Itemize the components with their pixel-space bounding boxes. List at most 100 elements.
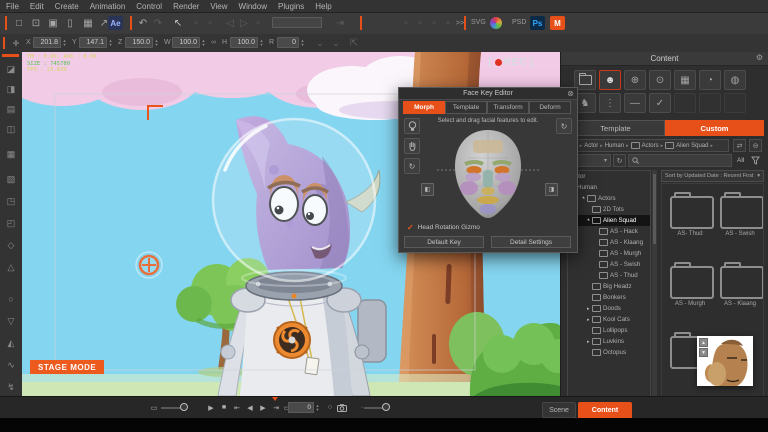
move-tool-icon[interactable]: ✛ [8,36,24,51]
svg-export-label[interactable]: SVG [471,19,486,26]
tool-icon[interactable]: ▧ [0,170,22,188]
tool-icon[interactable]: ◨ [0,80,22,98]
tool-icon[interactable]: ▫ [202,16,218,31]
menu-help[interactable]: Help [315,2,331,11]
save-project-icon[interactable]: ▣ [45,16,61,31]
tab-transform[interactable]: Transform [487,101,529,114]
face-key-editor-dialog[interactable]: Face Key Editor ⊗ Morph Template Transfo… [398,87,578,253]
category-actor-icon[interactable]: ☻ [599,70,621,90]
tab-content[interactable]: Content [578,402,632,418]
zoom-slider-knob[interactable] [180,403,188,411]
select-cursor-icon[interactable]: ↖ [170,16,186,31]
after-effects-badge[interactable]: Ae [108,16,123,30]
default-key-button[interactable]: Default Key [404,236,484,248]
tree-item[interactable]: AS - Swish [568,259,650,270]
tool-icon[interactable]: ∿ [0,356,22,374]
tool-icon[interactable]: ◇ [0,236,22,254]
link-wh-icon[interactable]: ∞ [211,39,216,46]
tab-morph[interactable]: Morph [403,101,445,114]
tool-icon[interactable]: ◫ [0,120,22,138]
category-accessory-icon[interactable]: — [624,93,646,113]
folder-item[interactable] [670,262,714,299]
category-prop-icon[interactable]: ◔ [699,70,721,90]
x-field[interactable]: 201.8 [33,37,61,48]
menu-plugins[interactable]: Plugins [278,2,304,11]
close-icon[interactable]: ⊗ [567,89,574,98]
tree-item[interactable]: AS - Hack [568,226,650,237]
open-project-icon[interactable]: ⊡ [28,16,44,31]
breadcrumb[interactable]: All▸ Actor▸ Human▸ Actors▸ Alien Squad▸ [567,139,729,152]
category-scene-icon[interactable]: ▦ [674,70,696,90]
tab-custom[interactable]: Custom [665,120,764,136]
play-button[interactable]: ▶ [205,401,217,414]
tool-icon[interactable]: ◳ [0,192,22,210]
folder-item[interactable] [670,192,714,229]
image-icon[interactable]: ▦ [80,16,96,31]
folder-item[interactable] [720,192,763,229]
menu-create[interactable]: Create [55,2,79,11]
photoshop-badge[interactable]: Ps [530,16,545,30]
r-spinner[interactable]: ▲ ▼ [299,37,306,48]
tree-item[interactable]: Bonkers [568,292,650,303]
filter-funnel-icon[interactable] [751,156,760,165]
tab-template[interactable]: Template [445,101,487,114]
tree-item[interactable]: Actor [568,171,650,182]
panel-title[interactable]: Content [561,52,768,66]
tree-item[interactable]: ▸ Actors [568,193,650,204]
tree-item[interactable]: AS - Murgh [568,248,650,259]
folder-label[interactable]: AS- Thud [665,231,715,237]
category-motion-icon[interactable]: ⊙ [649,70,671,90]
undo-icon[interactable]: ↶ [135,16,151,31]
tool-icon[interactable]: ◪ [0,60,22,78]
add-key-icon[interactable]: ⇥ [332,16,348,31]
tree-item[interactable]: ▸ Kool Cats [568,314,650,325]
sync-icon[interactable]: ↻ [613,154,626,167]
stop-button[interactable]: ■ [218,401,230,414]
tree-item[interactable]: 2D Tots [568,204,650,215]
tree-item[interactable]: Human [568,182,650,193]
tree-item-selected[interactable]: ▸ Alien Squad [568,215,650,226]
redo-icon[interactable]: ↷ [150,16,166,31]
folder-item[interactable] [720,262,763,299]
tree-item[interactable]: ▸ Doods [568,303,650,314]
frame-number-field[interactable]: 0 [288,402,314,413]
pan-hand-icon[interactable] [404,138,420,154]
category-wand-icon[interactable]: ✓ [649,93,671,113]
tool-icon[interactable]: ▤ [0,100,22,118]
color-wheel-icon[interactable] [490,17,502,29]
tree-item[interactable]: Big Headz [568,281,650,292]
sort-dropdown[interactable]: Sort by Updated Date : Recent First ▾ [661,170,764,182]
delete-icon[interactable]: ▯ [62,16,78,31]
dialog-title[interactable]: Face Key Editor [399,88,577,100]
object-name-field[interactable] [272,17,322,28]
w-field[interactable]: 100.0 [172,37,200,48]
frame-spinner[interactable]: ▲ ▼ [314,402,321,413]
tool-icon[interactable]: ○ [0,290,22,308]
tree-item[interactable]: AS - Thud [568,270,650,281]
tree-item[interactable]: ▸ Luvkins [568,336,650,347]
tool-icon[interactable]: ↯ [0,378,22,396]
menu-file[interactable]: File [6,2,19,11]
h-spinner[interactable]: ▲ ▼ [258,37,265,48]
menu-animation[interactable]: Animation [90,2,126,11]
z-field[interactable]: 150.0 [125,37,153,48]
search-input[interactable] [628,154,732,167]
folder-label[interactable]: AS - Swish [715,231,763,237]
tool-icon[interactable]: ▽ [0,312,22,330]
menu-render[interactable]: Render [173,2,199,11]
next-frame-button[interactable]: ▶ [257,401,269,414]
preview-up-icon[interactable]: ▲ [699,338,708,347]
tree-scrollbar[interactable] [652,170,657,400]
record-button[interactable]: ○ [324,401,336,414]
face-morph-head-preview[interactable] [435,128,541,220]
flip-vertical-icon[interactable]: ⌄ [328,36,344,51]
y-field[interactable]: 147.1 [79,37,107,48]
y-spinner[interactable]: ▲ ▼ [107,37,114,48]
category-effect-icon[interactable]: ◍ [724,70,746,90]
preview-down-icon[interactable]: ▼ [699,348,708,357]
light-bulb-icon[interactable] [404,118,420,134]
tool-icon[interactable]: △ [0,258,22,276]
camera-icon[interactable] [336,401,348,414]
search-scope-all[interactable]: All [737,157,744,164]
w-spinner[interactable]: ▲ ▼ [200,37,207,48]
